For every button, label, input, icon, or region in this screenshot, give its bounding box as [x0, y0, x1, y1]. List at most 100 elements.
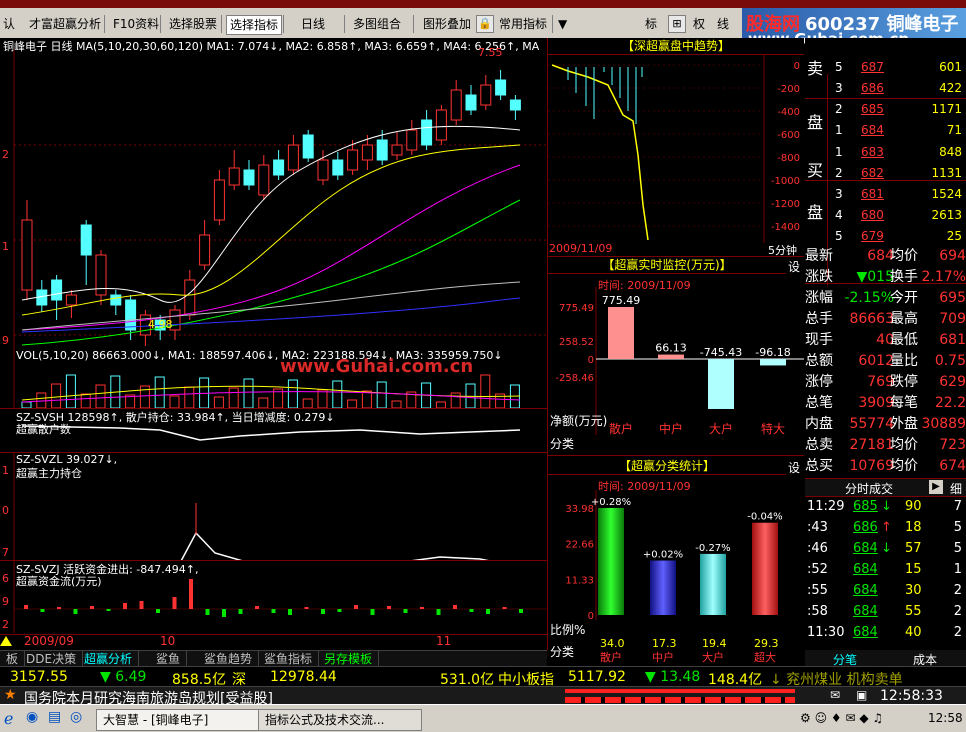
buy-row-level: 5	[835, 229, 843, 243]
y-tick: 2	[2, 618, 9, 631]
toolbar-item-f10[interactable]: F10资料	[110, 15, 162, 33]
quote-value: 55774	[849, 416, 894, 432]
toolbar-item-mark[interactable]: 标	[642, 15, 660, 33]
sell-row-price[interactable]: 684	[861, 121, 884, 139]
play-icon[interactable]: ▶	[929, 480, 943, 494]
volume-bar	[361, 390, 372, 408]
sell-row-price[interactable]: 686	[861, 79, 884, 97]
candle	[110, 294, 122, 306]
stats-delta: -0.27%	[695, 543, 730, 554]
buy-row-price[interactable]: 681	[861, 185, 884, 203]
sell-row-level: 2	[835, 102, 843, 116]
monitor-panel: 【超赢实时监控(万元)】 设 时间: 2009/11/09 775.49 258.…	[548, 257, 804, 456]
toolbar-item-line[interactable]: 线	[714, 15, 732, 33]
sell-row-price[interactable]: 687	[861, 58, 884, 76]
quote-value: 2.17%	[921, 269, 966, 285]
sh-change: ▼ 6.49	[100, 669, 147, 685]
buy-row-level: 1	[835, 145, 843, 159]
quote-value: 629	[939, 374, 966, 390]
quote-key: 总手	[805, 311, 833, 327]
flow-bar	[387, 606, 391, 609]
explorer-icon[interactable]: ◉	[26, 709, 38, 725]
toolbar-item-0[interactable]: 认	[0, 15, 18, 33]
monitor-bar-label: -745.43	[700, 346, 742, 359]
ind1-chart[interactable]	[0, 410, 547, 450]
trend-y-tick: -1200	[771, 199, 800, 210]
date-tick: 11	[436, 634, 452, 648]
taskbar-app-forum[interactable]: 指标公式及技术交流...	[258, 709, 422, 731]
flow-bar	[354, 605, 358, 609]
flow-bar	[403, 609, 408, 613]
trend-y-tick: -800	[777, 153, 800, 164]
monitor-y-tick: 775.49	[559, 303, 594, 314]
ticks-detail-button[interactable]: 细	[950, 480, 962, 497]
arrow-up-icon[interactable]	[0, 636, 12, 646]
stats-settings-button[interactable]: 设	[788, 459, 801, 476]
monitor-bar-label: -96.18	[755, 346, 790, 359]
toolbar-item-overlay[interactable]: 图形叠加	[420, 15, 474, 33]
dropdown-arrow-icon[interactable]: ▼	[555, 15, 570, 33]
stats-chart[interactable]: 33.98 22.66 11.33 0 +0.28% +0.02% -0.27% -0.04%	[548, 490, 804, 620]
candle	[258, 164, 270, 196]
tab-chaoying[interactable]: 超赢分析	[78, 651, 140, 667]
y-tick: 1	[2, 464, 9, 477]
toolbar-item-daily[interactable]: 日线	[298, 15, 328, 33]
taskbar-app-dazhihui[interactable]: 大智慧 - [铜峰电子]	[96, 709, 260, 731]
toolbar-item-right[interactable]: 权	[690, 15, 708, 33]
tab-shark[interactable]: 鲨鱼	[150, 651, 188, 667]
quote-key: 总买	[805, 458, 833, 474]
status-bar: 3157.55 ▼ 6.49 858.5亿 深 12978.44 531.0亿 …	[0, 666, 966, 688]
toolbar-item-select-stock[interactable]: 选择股票	[166, 15, 220, 33]
toolbar-item-multi[interactable]: 多图组合	[350, 15, 404, 33]
buy-row-volume: 1131	[931, 166, 962, 180]
mail-icon[interactable]: ✉	[830, 688, 840, 702]
ind2-line	[180, 531, 494, 561]
y-tick: 0	[2, 504, 9, 517]
stats-bar	[598, 507, 624, 615]
quote-panel: 卖 盘 买 盘 分时成交 ▶ 细 5 687 601 3 686 422 2 685 1171 1…	[805, 38, 966, 650]
desktop-icon[interactable]: ▤	[48, 709, 61, 725]
volume-bar	[258, 397, 269, 408]
buy-row-price[interactable]: 683	[861, 143, 884, 161]
buy-row-price[interactable]: 680	[861, 206, 884, 224]
monitor-settings-button[interactable]: 设	[788, 258, 801, 275]
toolbar-item-common-indicator[interactable]: 常用指标	[496, 15, 550, 33]
tab-save-template[interactable]: 另存模板	[318, 651, 380, 667]
flow-bar	[271, 609, 276, 613]
buy-row-price[interactable]: 679	[861, 227, 884, 245]
ie-icon[interactable]: ℯ	[4, 709, 13, 728]
trend-chart[interactable]: 0 -200 -400 -600 -800 -1000 -1200 -1400	[548, 55, 804, 243]
monitor-category: 散户	[609, 421, 633, 435]
quote-value: 0.75	[934, 353, 966, 369]
candle	[80, 224, 92, 256]
flow-bar	[73, 609, 78, 614]
toolbar-item-analysis[interactable]: 才富超赢分析	[26, 15, 104, 33]
ind2-chart[interactable]	[0, 453, 547, 561]
lock-icon[interactable]: 🔒	[476, 15, 494, 33]
stats-delta: +0.02%	[643, 550, 683, 561]
candle	[21, 219, 33, 291]
monitor-icon[interactable]: ▣	[856, 688, 867, 702]
tab-shark-indicator[interactable]: 鲨鱼指标	[258, 651, 320, 667]
tray-icons[interactable]: ⚙ ☺ ♦ ✉ ◆ ♫	[800, 711, 883, 725]
volume-bar	[287, 379, 298, 408]
sell-row-price[interactable]: 685	[861, 100, 884, 118]
buy-row-level: 4	[835, 208, 843, 222]
toolbar-item-select-indicator[interactable]: 选择指标	[226, 15, 283, 35]
quote-value: 3909	[858, 395, 894, 411]
tab-shark-trend[interactable]: 鲨鱼趋势	[198, 651, 260, 667]
quote-key: 今开	[890, 290, 918, 306]
stats-y-tick: 33.98	[565, 504, 594, 515]
crosshair-icon[interactable]: ⊞	[668, 15, 686, 33]
flow-bar	[189, 579, 193, 609]
ind3-chart[interactable]	[0, 561, 547, 633]
media-icon[interactable]: ◎	[70, 709, 82, 725]
buy-row-price[interactable]: 682	[861, 164, 884, 182]
candle	[302, 134, 314, 159]
volume-bar	[154, 376, 165, 408]
flow-bar	[57, 607, 61, 609]
flow-bar	[370, 609, 375, 615]
quote-key: 现手	[805, 332, 833, 348]
tab-dde[interactable]: DDE决策	[20, 651, 84, 667]
kline-chart[interactable]	[0, 50, 547, 388]
